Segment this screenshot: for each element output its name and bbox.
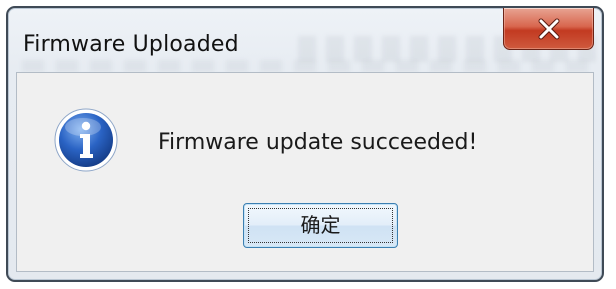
ok-button-label: 确定 [300,213,341,237]
title-bar[interactable]: Firmware Uploaded [8,8,602,72]
dialog-body: Firmware update succeeded! 确定 [16,72,594,272]
ok-button[interactable]: 确定 [243,203,398,248]
background-blur-lower [22,60,592,72]
dialog-message: Firmware update succeeded! [158,130,478,155]
info-icon [54,108,118,172]
window-title: Firmware Uploaded [23,32,239,57]
close-button[interactable] [503,8,594,50]
dialog-window: Firmware Uploaded Firmware update succee… [6,6,604,282]
close-icon [538,18,559,39]
